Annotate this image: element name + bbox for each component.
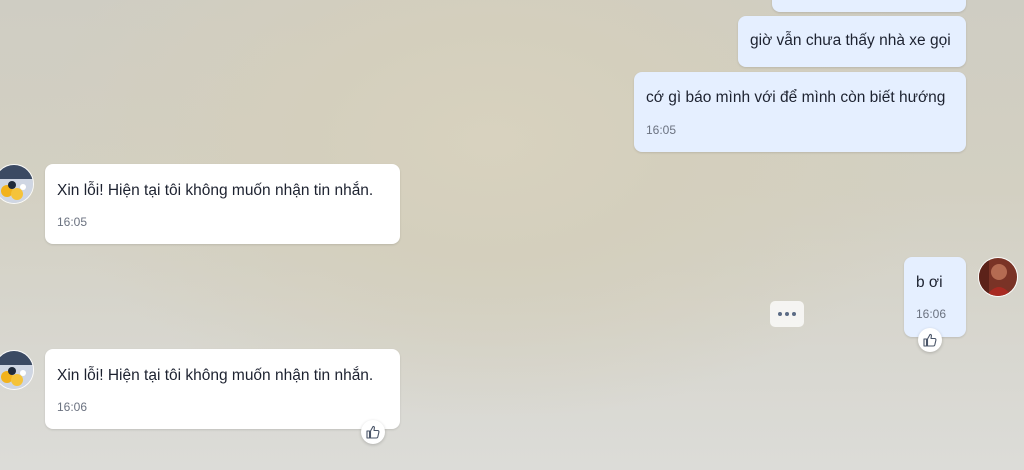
more-options-icon xyxy=(778,312,782,316)
message-text: Xin lỗi! Hiện tại tôi không muốn nhận ti… xyxy=(57,367,374,384)
message-bubble-outgoing[interactable]: cớ gì báo mình với để mình còn biết hướn… xyxy=(634,72,966,152)
message-time: 16:05 xyxy=(57,215,88,229)
more-options-button[interactable] xyxy=(770,301,804,327)
message-time: 16:06 xyxy=(916,307,947,321)
message-bubble-outgoing[interactable]: giờ vẫn chưa thấy nhà xe gọi xyxy=(738,16,966,67)
message-text: cớ gì báo mình với để mình còn biết hướn… xyxy=(646,89,946,106)
message-bubble-incoming[interactable]: Xin lỗi! Hiện tại tôi không muốn nhận ti… xyxy=(45,164,400,244)
user-avatar[interactable] xyxy=(978,257,1018,297)
message-text: b ơi xyxy=(916,274,943,291)
like-button[interactable] xyxy=(918,328,942,352)
thumbs-up-icon xyxy=(923,333,937,347)
message-time: 16:06 xyxy=(57,400,88,414)
message-time: 16:05 xyxy=(646,123,677,137)
message-bubble-outgoing[interactable]: b ơi 16:06 xyxy=(904,257,966,337)
message-text: Xin lỗi! Hiện tại tôi không muốn nhận ti… xyxy=(57,182,374,199)
like-button[interactable] xyxy=(361,420,385,444)
contact-avatar[interactable] xyxy=(0,350,34,390)
message-bubble-incoming[interactable]: Xin lỗi! Hiện tại tôi không muốn nhận ti… xyxy=(45,349,400,429)
message-bubble-partial[interactable] xyxy=(772,0,966,12)
thumbs-up-icon xyxy=(366,425,380,439)
message-text: giờ vẫn chưa thấy nhà xe gọi xyxy=(750,32,951,49)
contact-avatar[interactable] xyxy=(0,164,34,204)
